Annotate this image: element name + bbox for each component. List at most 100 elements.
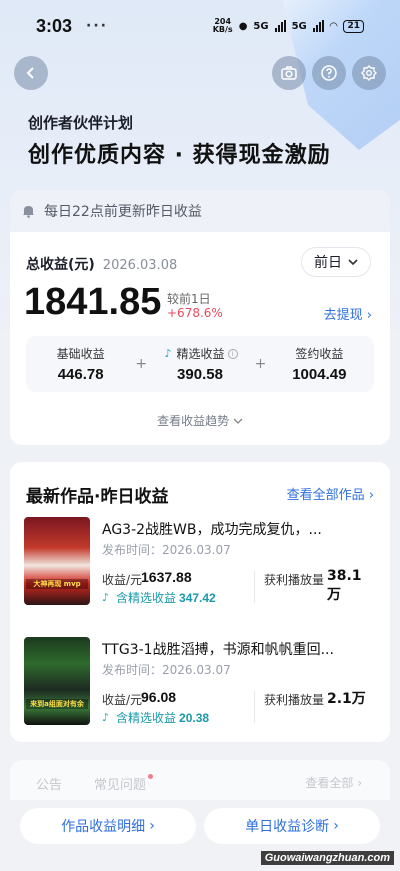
update-notice: 每日22点前更新昨日收益 [10,190,390,232]
tab-announcements[interactable]: 公告 [36,774,62,793]
work-item[interactable]: 来到a组面对有余 TTG3-1战胜滔搏，书源和帆帆重回... 发布时间：2026… [24,637,374,729]
trend-link[interactable]: 查看收益趋势 [10,412,390,429]
daily-diagnosis-button[interactable]: 单日收益诊断 › [204,808,380,844]
network-speed: 204 KB/s [213,18,233,34]
work-play-label: 获利播放量 [264,573,325,587]
period-select[interactable]: 前日 [302,248,370,276]
top-nav [14,56,386,90]
settings-button[interactable] [352,56,386,90]
location-icon: ● [238,20,248,32]
breakdown-pick[interactable]: ♪ 精选收益 i 390.58 [145,345,254,383]
notice-card: 公告 常见问题 查看全部 › [10,760,390,800]
compare-label: 较前1日 [167,292,211,306]
signal-icon-2 [312,20,324,32]
compare-value: +678.6% [167,306,223,320]
works-title: 最新作品·昨日收益 [26,487,169,507]
work-date: 发布时间：2026.03.07 [102,543,231,557]
notice-view-all[interactable]: 查看全部 › [305,774,362,791]
wifi-icon: ◠ [329,20,338,32]
divider [254,691,255,723]
total-earnings-header: 总收益(元) 2026.03.08 [26,254,177,274]
work-earn-value: 96.08 [141,689,177,705]
notice-view-all-label: 查看全部 [305,776,354,790]
work-earn-label: 收益/元 [102,573,143,587]
tab-faq-label: 常见问题 [94,778,147,793]
breakdown-label: 基础收益 [56,347,105,361]
program-subtitle: 创作者伙伴计划 [28,114,134,132]
work-date: 发布时间：2026.03.07 [102,663,231,677]
withdraw-link[interactable]: 去提现 › [324,304,372,323]
tiktok-icon: ♪ [102,711,110,724]
network-label-2: 5G [291,20,307,32]
withdraw-label: 去提现 [323,308,363,323]
tiktok-icon: ♪ [164,347,172,360]
status-bar: 3:03 ··· 204 KB/s ● 5G 5G ◠ 21 [0,0,400,52]
pick-label: 含精选收益 [116,591,177,605]
chevron-right-icon: › [368,488,374,503]
work-pick-earnings: ♪ 含精选收益 347.42 [102,589,216,606]
chevron-right-icon: › [333,818,339,834]
status-indicators: 204 KB/s ● 5G 5G ◠ 21 [213,18,364,34]
thumbnail-caption: 来到a组面对有余 [26,699,88,709]
breakdown-contract: 签约收益 1004.49 [265,345,374,383]
work-play-label: 获利播放量 [264,693,325,707]
program-title: 创作优质内容 · 获得现金激励 [28,143,331,168]
plus-icon: + [135,356,148,372]
earnings-breakdown: 基础收益 446.78 + ♪ 精选收益 i 390.58 + 签约收益 100… [26,336,374,392]
chevron-down-icon [233,418,243,424]
divider [254,571,255,603]
works-earnings-detail-button[interactable]: 作品收益明细 › [20,808,196,844]
plus-icon: + [254,356,267,372]
work-earn-value: 1637.88 [141,569,192,585]
work-title: TTG3-1战胜滔搏，书源和帆帆重回... [102,642,334,658]
camera-button[interactable] [272,56,306,90]
work-earn-label: 收益/元 [102,693,143,707]
detail-button-label: 作品收益明细 [61,819,146,835]
pick-value: 347.42 [179,590,216,605]
breakdown-label: 签约收益 [295,347,344,361]
tiktok-icon: ♪ [102,591,110,604]
unread-dot [148,774,154,779]
breakdown-value: 390.58 [177,366,223,383]
total-earnings-value: 1841.85 [24,281,162,323]
period-select-value: 前日 [314,255,342,271]
work-play-value: 38.1万 [327,568,362,603]
speed-unit: KB/s [212,25,233,34]
view-all-label: 查看全部作品 [286,488,365,503]
signal-icon [274,20,286,32]
tab-faq[interactable]: 常见问题 [94,774,154,793]
thumbnail-caption: 大神再现 mvp [26,579,88,589]
work-thumbnail: 来到a组面对有余 [24,637,90,725]
total-earnings-label: 总收益(元) [26,257,95,273]
work-pick-earnings: ♪ 含精选收益 20.38 [102,709,209,726]
breakdown-value: 1004.49 [292,366,347,383]
chevron-left-icon [26,67,34,79]
trend-label: 查看收益趋势 [157,414,230,428]
work-thumbnail: 大神再现 mvp [24,517,90,605]
status-dots: ··· [86,18,108,34]
latest-works-card: 最新作品·昨日收益 查看全部作品 › 大神再现 mvp AG3-2战胜WB，成功… [10,462,390,742]
breakdown-value: 446.78 [57,366,104,383]
chevron-down-icon [348,259,358,266]
back-button[interactable] [14,56,48,90]
camera-icon [281,66,297,80]
info-icon[interactable]: i [227,348,238,359]
breakdown-basic: 基础收益 446.78 [26,345,135,383]
chevron-right-icon: › [366,308,372,323]
battery-icon: 21 [343,19,364,33]
breakdown-label-row: ♪ 精选收益 i [145,345,254,362]
chevron-right-icon: › [149,818,155,834]
pick-label: 含精选收益 [116,711,177,725]
question-icon [321,65,337,81]
update-notice-text: 每日22点前更新昨日收益 [44,204,202,220]
earnings-card: 每日22点前更新昨日收益 总收益(元) 2026.03.08 前日 1841.8… [10,190,390,445]
help-button[interactable] [312,56,346,90]
diagnosis-button-label: 单日收益诊断 [245,819,330,835]
work-item[interactable]: 大神再现 mvp AG3-2战胜WB，成功完成复仇，... 发布时间：2026.… [24,517,374,609]
work-title: AG3-2战胜WB，成功完成复仇，... [102,522,322,538]
view-all-works-link[interactable]: 查看全部作品 › [287,484,374,503]
gear-icon [361,65,377,81]
earnings-date: 2026.03.08 [102,258,178,273]
pick-value: 20.38 [179,710,210,725]
breakdown-label: 精选收益 [176,347,225,361]
